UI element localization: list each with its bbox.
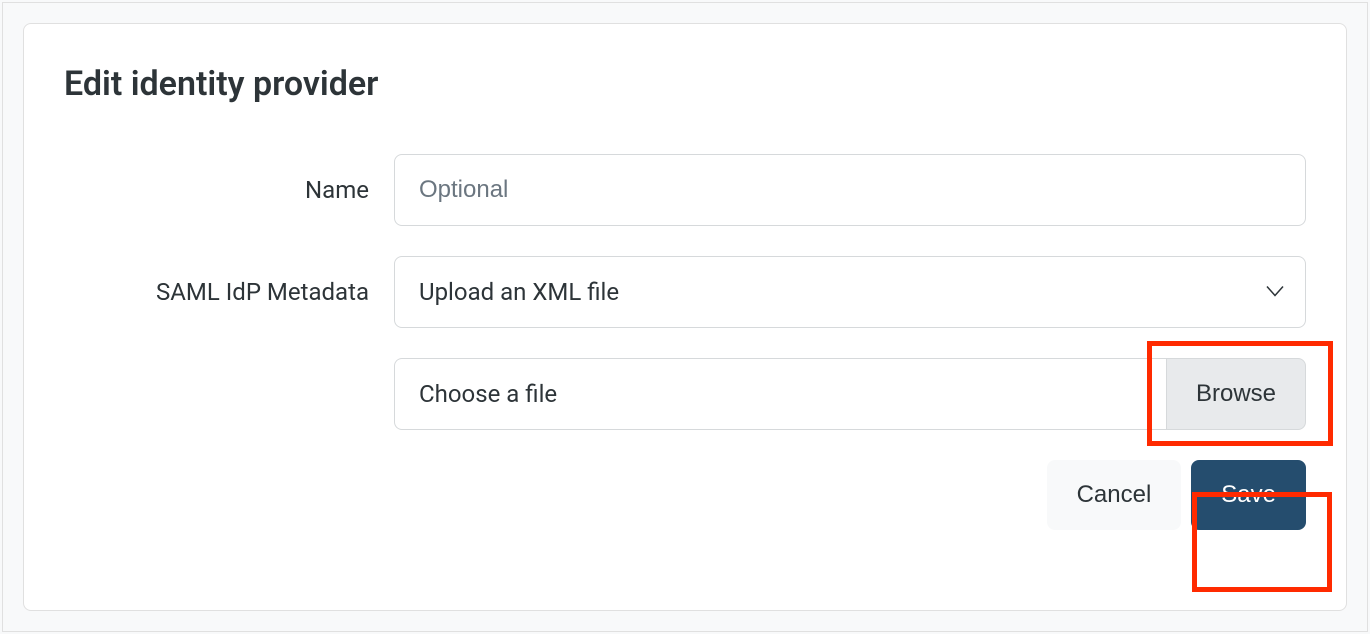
- name-label: Name: [64, 176, 394, 204]
- metadata-select-container: Upload an XML file: [394, 256, 1306, 328]
- save-button[interactable]: Save: [1191, 460, 1306, 530]
- edit-idp-card: Edit identity provider Name SAML IdP Met…: [23, 23, 1347, 611]
- metadata-select-wrap: Upload an XML file: [394, 256, 1306, 328]
- metadata-label: SAML IdP Metadata: [64, 278, 394, 306]
- page-frame: Edit identity provider Name SAML IdP Met…: [2, 2, 1368, 632]
- cancel-button[interactable]: Cancel: [1047, 460, 1182, 530]
- file-row: Choose a file Browse: [394, 358, 1306, 430]
- browse-button[interactable]: Browse: [1166, 358, 1306, 430]
- name-input-wrap: [394, 154, 1306, 226]
- action-row: Cancel Save: [394, 460, 1306, 530]
- metadata-row: SAML IdP Metadata Upload an XML file: [64, 256, 1306, 328]
- file-placeholder[interactable]: Choose a file: [394, 358, 1166, 430]
- name-input[interactable]: [394, 154, 1306, 226]
- name-row: Name: [64, 154, 1306, 226]
- page-title: Edit identity provider: [64, 64, 1306, 104]
- metadata-select[interactable]: Upload an XML file: [394, 256, 1306, 328]
